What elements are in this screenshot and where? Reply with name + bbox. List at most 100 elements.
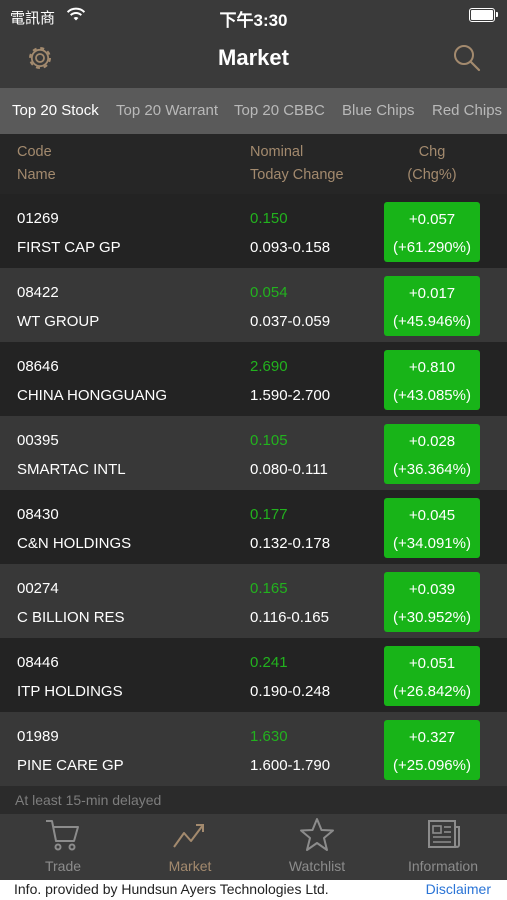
bottom-tab-bar: Trade Market Watchlist Information: [0, 814, 507, 880]
tabbar-label: Market: [168, 858, 212, 874]
header-chg-pct[interactable]: (Chg%): [384, 167, 480, 183]
change-badge: +0.057 (+61.290%): [384, 202, 480, 262]
data-provider-note: Info. provided by Hundsun Ayers Technolo…: [14, 881, 329, 897]
table-row[interactable]: 00395 SMARTAC INTL 0.105 0.080-0.111 +0.…: [0, 416, 507, 490]
status-bar: 電訊商 下午3:30: [0, 0, 507, 32]
search-icon[interactable]: [451, 42, 483, 74]
today-range: 0.080-0.111: [250, 461, 328, 478]
change-value: +0.039: [408, 581, 456, 598]
tabbar-item-market[interactable]: Market: [127, 814, 253, 880]
tabbar-item-watchlist[interactable]: Watchlist: [254, 814, 380, 880]
table-row[interactable]: 01989 PINE CARE GP 1.630 1.600-1.790 +0.…: [0, 712, 507, 786]
tabbar-label: Trade: [44, 858, 82, 874]
change-badge: +0.039 (+30.952%): [384, 572, 480, 632]
nominal-price: 0.150: [250, 210, 288, 227]
tab-top-20-cbbc[interactable]: Top 20 CBBC: [234, 102, 325, 119]
tabbar-item-trade[interactable]: Trade: [0, 814, 126, 880]
stock-name: PINE CARE GP: [17, 757, 124, 774]
header-today-change[interactable]: Today Change: [250, 167, 344, 183]
tabbar-label: Watchlist: [288, 858, 346, 874]
stock-code: 01269: [17, 210, 59, 227]
change-percent: (+43.085%): [393, 387, 471, 404]
change-value: +0.810: [408, 359, 456, 376]
disclaimer-link[interactable]: Disclaimer: [426, 881, 491, 897]
change-percent: (+45.946%): [393, 313, 471, 330]
nav-bar: Market: [0, 32, 507, 88]
trend-icon: [173, 824, 204, 848]
stock-code: 00274: [17, 580, 59, 597]
change-percent: (+61.290%): [393, 239, 471, 256]
stock-code: 01989: [17, 728, 59, 745]
delay-notice: At least 15-min delayed: [15, 792, 162, 808]
table-row[interactable]: 00274 C BILLION RES 0.165 0.116-0.165 +0…: [0, 564, 507, 638]
change-percent: (+25.096%): [393, 757, 471, 774]
star-icon: [300, 818, 334, 851]
table-header: Code Name Nominal Today Change Chg (Chg%…: [0, 134, 507, 194]
change-percent: (+36.364%): [393, 461, 471, 478]
header-code[interactable]: Code: [17, 144, 52, 160]
header-nominal[interactable]: Nominal: [250, 144, 303, 160]
today-range: 0.132-0.178: [250, 535, 331, 552]
today-range: 0.037-0.059: [250, 313, 331, 330]
tab-top-20-stock[interactable]: Top 20 Stock: [12, 102, 99, 119]
tab-top-20-warrant[interactable]: Top 20 Warrant: [116, 102, 218, 119]
table-row[interactable]: 08446 ITP HOLDINGS 0.241 0.190-0.248 +0.…: [0, 638, 507, 712]
nominal-price: 2.690: [250, 358, 288, 375]
change-badge: +0.051 (+26.842%): [384, 646, 480, 706]
change-badge: +0.810 (+43.085%): [384, 350, 480, 410]
stock-name: C BILLION RES: [17, 609, 125, 626]
stock-name: ITP HOLDINGS: [17, 683, 123, 700]
today-range: 0.093-0.158: [250, 239, 331, 256]
change-badge: +0.017 (+45.946%): [384, 276, 480, 336]
today-range: 0.116-0.165: [250, 609, 329, 626]
stock-code: 08446: [17, 654, 59, 671]
change-percent: (+34.091%): [393, 535, 471, 552]
change-value: +0.327: [408, 729, 456, 746]
nominal-price: 0.165: [250, 580, 288, 597]
nominal-price: 0.054: [250, 284, 288, 301]
nominal-price: 1.630: [250, 728, 288, 745]
table-row[interactable]: 08646 CHINA HONGGUANG 2.690 1.590-2.700 …: [0, 342, 507, 416]
stock-name: FIRST CAP GP: [17, 239, 121, 256]
today-range: 1.590-2.700: [250, 387, 331, 404]
change-badge: +0.327 (+25.096%): [384, 720, 480, 780]
stock-code: 08430: [17, 506, 59, 523]
stock-name: SMARTAC INTL: [17, 461, 126, 478]
tab-red-chips[interactable]: Red Chips: [432, 102, 502, 119]
stock-code: 00395: [17, 432, 59, 449]
stock-name: CHINA HONGGUANG: [17, 387, 168, 404]
page-title: Market: [218, 45, 289, 70]
stock-name: WT GROUP: [17, 313, 100, 330]
change-value: +0.045: [408, 507, 456, 524]
stock-code: 08422: [17, 284, 59, 301]
header-chg[interactable]: Chg: [384, 144, 480, 160]
tabbar-item-information[interactable]: Information: [380, 814, 506, 880]
battery-icon: [469, 8, 498, 22]
change-value: +0.051: [408, 655, 456, 672]
clock: 下午3:30: [219, 11, 288, 30]
header-name[interactable]: Name: [17, 167, 56, 183]
nominal-price: 0.177: [250, 506, 288, 523]
nominal-price: 0.105: [250, 432, 288, 449]
change-value: +0.057: [408, 211, 456, 228]
tabbar-label: Information: [407, 858, 479, 874]
stock-name: C&N HOLDINGS: [17, 535, 132, 552]
today-range: 1.600-1.790: [250, 757, 331, 774]
today-range: 0.190-0.248: [250, 683, 331, 700]
change-badge: +0.028 (+36.364%): [384, 424, 480, 484]
change-value: +0.017: [408, 285, 456, 302]
table-row[interactable]: 01269 FIRST CAP GP 0.150 0.093-0.158 +0.…: [0, 194, 507, 268]
newspaper-icon: [428, 820, 460, 848]
cart-icon: [46, 820, 79, 851]
footer: Info. provided by Hundsun Ayers Technolo…: [0, 880, 507, 900]
table-row[interactable]: 08422 WT GROUP 0.054 0.037-0.059 +0.017 …: [0, 268, 507, 342]
nominal-price: 0.241: [250, 654, 288, 671]
stock-code: 08646: [17, 358, 59, 375]
change-value: +0.028: [408, 433, 456, 450]
change-percent: (+30.952%): [393, 609, 471, 626]
change-badge: +0.045 (+34.091%): [384, 498, 480, 558]
change-percent: (+26.842%): [393, 683, 471, 700]
category-tabs: Top 20 Stock Top 20 Warrant Top 20 CBBC …: [0, 88, 507, 134]
table-row[interactable]: 08430 C&N HOLDINGS 0.177 0.132-0.178 +0.…: [0, 490, 507, 564]
tab-blue-chips[interactable]: Blue Chips: [342, 102, 415, 119]
